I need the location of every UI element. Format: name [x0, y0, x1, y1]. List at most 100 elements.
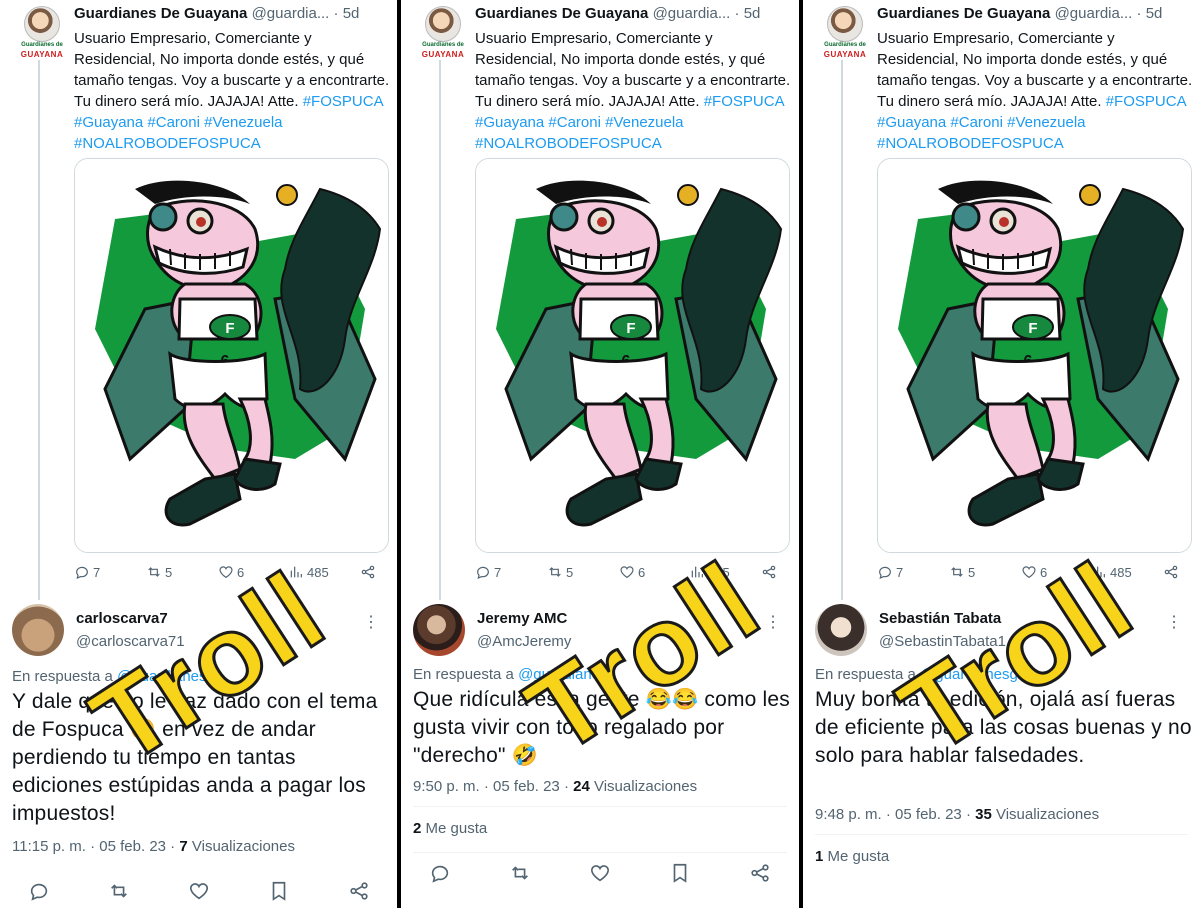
share-action[interactable] — [761, 564, 777, 580]
bottom-share-button[interactable] — [749, 862, 771, 884]
avatar-brand-top: Guardianes de — [21, 42, 63, 48]
author-avatar[interactable]: Guardianes de GUAYANA — [19, 6, 65, 62]
avatar-image — [827, 6, 863, 42]
reply-icon — [477, 566, 489, 580]
author-name[interactable]: Guardianes De Guayana — [475, 5, 648, 22]
retweet-action[interactable]: 5 — [146, 564, 172, 580]
reply-icon — [76, 566, 88, 580]
author-handle[interactable]: @guardia... — [1055, 5, 1133, 22]
avatar-brand-bottom: GUAYANA — [823, 50, 867, 59]
reply-likes[interactable]: 1 Me gusta — [815, 848, 889, 865]
reply-count: 7 — [93, 564, 101, 580]
tweet-header: Guardianes De Guayana @guardia... · 5d — [475, 5, 791, 22]
author-name[interactable]: Guardianes De Guayana — [74, 5, 247, 22]
bottom-retweet-button[interactable] — [108, 880, 130, 902]
bottom-retweet-button[interactable] — [509, 862, 531, 884]
reply-to-prefix: En respuesta a — [413, 666, 514, 683]
hashtag-fospuca[interactable]: #FOSPUCA — [1106, 93, 1187, 110]
retweet-count: 5 — [566, 564, 574, 580]
more-options-icon[interactable]: ⋮ — [1166, 612, 1182, 632]
reply-meta: 11:15 p. m. · 05 feb. 23 · 7 Visualizaci… — [12, 838, 295, 855]
bottom-share-button[interactable] — [348, 880, 370, 902]
retweet-icon — [148, 567, 160, 577]
hashtag-guayana[interactable]: #Guayana — [475, 114, 544, 131]
bottom-reply-button[interactable] — [28, 880, 50, 902]
reply-action[interactable]: 7 — [475, 564, 501, 580]
like-count: 6 — [638, 564, 646, 580]
reply-time[interactable]: 11:15 p. m. — [12, 838, 86, 855]
retweet-icon — [111, 884, 127, 898]
reply-views-count: 24 — [573, 778, 590, 795]
reply-date[interactable]: 05 feb. 23 — [895, 806, 962, 823]
author-avatar[interactable]: Guardianes de GUAYANA — [822, 6, 868, 62]
hashtag-caroni[interactable]: #Caroni — [950, 114, 1003, 131]
reply-likes-count: 2 — [413, 820, 422, 837]
share-icon — [1164, 565, 1178, 579]
reply-time[interactable]: 9:48 p. m. — [815, 806, 882, 823]
reply-date[interactable]: 05 feb. 23 — [99, 838, 166, 855]
views-count: 485 — [1110, 564, 1132, 580]
hashtag-venezuela[interactable]: #Venezuela — [204, 114, 282, 131]
avatar-image — [425, 6, 461, 42]
reply-avatar[interactable] — [413, 604, 465, 656]
reply-likes-label: Me gusta — [827, 848, 890, 865]
share-icon — [751, 864, 769, 882]
reply-likes[interactable]: 2 Me gusta — [413, 820, 487, 837]
reply-action[interactable]: 7 — [877, 564, 903, 580]
share-action[interactable] — [360, 564, 376, 580]
reply-icon — [431, 865, 449, 883]
bottom-like-button[interactable] — [188, 880, 210, 902]
author-handle[interactable]: @guardia... — [653, 5, 731, 22]
tweet-media[interactable]: F 6 — [877, 158, 1192, 553]
heart-icon — [590, 865, 610, 882]
retweet-action[interactable]: 5 — [949, 564, 975, 580]
reply-likes-label: Me gusta — [425, 820, 488, 837]
hashtag-caroni[interactable]: #Caroni — [548, 114, 601, 131]
hashtag-fospuca[interactable]: #FOSPUCA — [303, 93, 384, 110]
bottom-reply-button[interactable] — [429, 862, 451, 884]
hashtag-venezuela[interactable]: #Venezuela — [1007, 114, 1085, 131]
hashtag-noalrobodefospuca[interactable]: #NOALROBODEFOSPUCA — [74, 135, 261, 152]
hashtag-guayana[interactable]: #Guayana — [74, 114, 143, 131]
reply-icon — [879, 566, 891, 580]
bottom-bookmark-button[interactable] — [669, 862, 691, 884]
tweet-text: Usuario Empresario, Comerciante y Reside… — [475, 28, 791, 154]
hashtag-fospuca[interactable]: #FOSPUCA — [704, 93, 785, 110]
reply-count: 7 — [896, 564, 904, 580]
author-name[interactable]: Guardianes De Guayana — [877, 5, 1050, 22]
bookmark-icon — [272, 881, 286, 901]
reply-avatar[interactable] — [815, 604, 867, 656]
hashtag-venezuela[interactable]: #Venezuela — [605, 114, 683, 131]
reply-time[interactable]: 9:50 p. m. — [413, 778, 480, 795]
reply-meta: 9:48 p. m. · 05 feb. 23 · 35 Visualizaci… — [815, 806, 1100, 823]
author-handle[interactable]: @guardia... — [252, 5, 330, 22]
reply-action[interactable]: 7 — [74, 564, 100, 580]
tweet-media[interactable]: F 6 — [74, 158, 389, 553]
tweet-time[interactable]: 5d — [343, 5, 360, 22]
more-options-icon[interactable]: ⋮ — [363, 612, 379, 632]
reply-meta: 9:50 p. m. · 05 feb. 23 · 24 Visualizaci… — [413, 778, 698, 795]
avatar-brand-bottom: GUAYANA — [421, 50, 465, 59]
tweet-media[interactable]: F 6 — [475, 158, 790, 553]
like-action[interactable]: 6 — [619, 564, 645, 580]
tweet-time[interactable]: 5d — [1146, 5, 1163, 22]
hashtag-noalrobodefospuca[interactable]: #NOALROBODEFOSPUCA — [877, 135, 1064, 152]
share-action[interactable] — [1163, 564, 1179, 580]
reply-author-name[interactable]: carloscarva7 — [76, 610, 168, 627]
reply-count: 7 — [494, 564, 502, 580]
tweet-header: Guardianes De Guayana @guardia... · 5d — [74, 5, 390, 22]
reply-author-name[interactable]: Jeremy AMC — [477, 610, 567, 627]
avatar-brand-bottom: GUAYANA — [20, 50, 64, 59]
reply-date[interactable]: 05 feb. 23 — [493, 778, 560, 795]
reply-avatar[interactable] — [12, 604, 64, 656]
retweet-action[interactable]: 5 — [547, 564, 573, 580]
author-avatar[interactable]: Guardianes de GUAYANA — [420, 6, 466, 62]
bottom-like-button[interactable] — [589, 862, 611, 884]
reply-views-label: Visualizaciones — [191, 838, 295, 855]
tweet-time[interactable]: 5d — [744, 5, 761, 22]
bottom-bookmark-button[interactable] — [268, 880, 290, 902]
hashtag-guayana[interactable]: #Guayana — [877, 114, 946, 131]
retweet-icon — [512, 866, 528, 880]
hashtag-caroni[interactable]: #Caroni — [147, 114, 200, 131]
hashtag-noalrobodefospuca[interactable]: #NOALROBODEFOSPUCA — [475, 135, 662, 152]
